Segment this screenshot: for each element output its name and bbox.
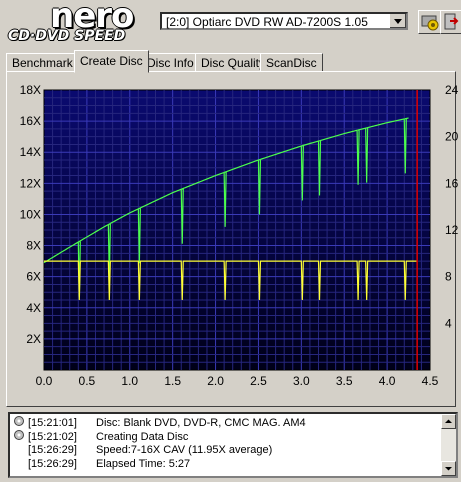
log-time: [15:21:02] bbox=[28, 431, 77, 443]
exit-icon bbox=[444, 13, 459, 30]
log-entry: [15:26:29] Speed:7-16X CAV (11.95X averag… bbox=[14, 444, 272, 458]
disc-icon bbox=[14, 430, 28, 443]
disc-icon bbox=[14, 416, 28, 429]
y-left-tick-label: 18X bbox=[20, 83, 41, 97]
log-text: Speed:7-16X CAV (11.95X average) bbox=[96, 444, 273, 456]
y-left-tick-label: 16X bbox=[20, 114, 41, 128]
scroll-down-button[interactable] bbox=[441, 461, 456, 476]
log-text: Elapsed Time: 5:27 bbox=[96, 458, 191, 470]
y-left-tick-label: 6X bbox=[26, 270, 41, 284]
x-tick-label: 3.5 bbox=[336, 374, 353, 388]
y-right-tick-label: 20 bbox=[445, 130, 459, 144]
log-scrollbar[interactable] bbox=[441, 414, 456, 476]
y-right-tick-label: 12 bbox=[445, 223, 459, 237]
y-left-tick-label: 12X bbox=[20, 176, 41, 190]
nero-logo: nero CD·DVD SPEED bbox=[6, 0, 158, 46]
chevron-down-icon[interactable] bbox=[389, 14, 406, 28]
x-tick-label: 2.0 bbox=[207, 374, 224, 388]
y-right-tick-label: 16 bbox=[445, 176, 459, 190]
log-entry: [15:21:02] Creating Data Disc bbox=[14, 430, 188, 444]
x-tick-label: 0.0 bbox=[36, 374, 53, 388]
drive-toolbar-button[interactable] bbox=[418, 10, 442, 34]
log-time: [15:26:29] bbox=[28, 458, 77, 470]
x-tick-label: 4.5 bbox=[422, 374, 439, 388]
exit-toolbar-button[interactable] bbox=[440, 10, 461, 34]
logo-sub: CD·DVD SPEED bbox=[8, 28, 126, 44]
log-text: Disc: Blank DVD, DVD-R, CMC MAG. AM4 bbox=[96, 417, 306, 429]
x-tick-label: 4.0 bbox=[379, 374, 396, 388]
log-entry: [15:26:29] Elapsed Time: 5:27 bbox=[14, 458, 190, 472]
y-right-tick-label: 4 bbox=[445, 316, 452, 330]
x-tick-label: 1.0 bbox=[121, 374, 138, 388]
tab-benchmark[interactable]: Benchmark bbox=[6, 53, 79, 72]
log-text: Creating Data Disc bbox=[96, 431, 189, 443]
x-tick-label: 1.5 bbox=[164, 374, 181, 388]
x-tick-label: 2.5 bbox=[250, 374, 267, 388]
y-right-tick-label: 24 bbox=[445, 83, 459, 97]
scroll-up-button[interactable] bbox=[441, 414, 456, 429]
x-tick-label: 3.0 bbox=[293, 374, 310, 388]
y-left-tick-label: 14X bbox=[20, 145, 41, 159]
tab-disc-info[interactable]: Disc Info bbox=[141, 53, 200, 72]
log-time: [15:21:01] bbox=[28, 417, 77, 429]
y-left-tick-label: 8X bbox=[26, 239, 41, 253]
drive-gear-icon bbox=[421, 15, 439, 31]
tab-create-disc[interactable]: Create Disc bbox=[74, 50, 149, 73]
y-left-tick-label: 2X bbox=[26, 332, 41, 346]
speed-chart: 0.0 0.5 1.0 1.5 2.0 2.5 3.0 3.5 4.0 4.5 2X 4X 6X 8X 1… bbox=[20, 83, 459, 388]
y-right-tick-label: 8 bbox=[445, 270, 452, 284]
log-time: [15:26:29] bbox=[28, 444, 77, 456]
log-entry: [15:21:01] Disc: Blank DVD, DVD-R, CMC MA… bbox=[14, 416, 306, 430]
chevron-down-icon bbox=[445, 467, 452, 471]
log-list[interactable]: [15:21:01] Disc: Blank DVD, DVD-R, CMC MA… bbox=[8, 412, 458, 478]
x-tick-label: 0.5 bbox=[79, 374, 96, 388]
y-left-tick-label: 4X bbox=[26, 301, 41, 315]
drive-select-value: [2:0] Optiarc DVD RW AD-7200S 1.05 bbox=[166, 15, 368, 29]
drive-select[interactable]: [2:0] Optiarc DVD RW AD-7200S 1.05 bbox=[160, 12, 408, 30]
chevron-up-icon bbox=[445, 419, 452, 423]
tab-scandisc[interactable]: ScanDisc bbox=[260, 53, 323, 72]
y-left-tick-label: 10X bbox=[20, 207, 41, 221]
